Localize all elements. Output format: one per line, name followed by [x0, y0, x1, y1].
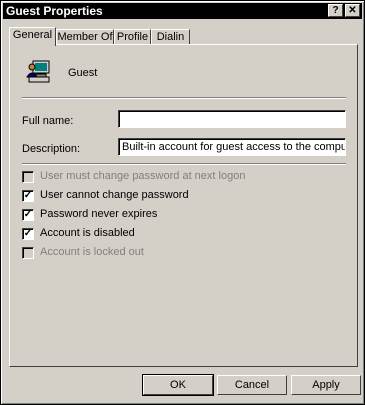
ok-button[interactable]: OK: [142, 374, 214, 396]
close-button[interactable]: ✕: [345, 4, 360, 17]
cancel-button[interactable]: Cancel: [217, 375, 287, 395]
separator-top: [22, 97, 346, 99]
account-disabled-checkbox[interactable]: ✓: [22, 228, 34, 240]
cannot-change-password-checkbox[interactable]: ✓: [22, 190, 34, 202]
separator-middle: [22, 163, 346, 165]
description-label: Description:: [22, 143, 81, 155]
tab-dialin[interactable]: Dialin: [151, 29, 190, 45]
account-disabled-label[interactable]: Account is disabled: [40, 227, 135, 239]
window-title: Guest Properties: [6, 4, 103, 18]
title-bar[interactable]: Guest Properties ? ✕: [3, 3, 362, 19]
account-locked-out-label: Account is locked out: [40, 246, 144, 258]
tab-general[interactable]: General: [9, 27, 56, 46]
help-button[interactable]: ?: [328, 4, 343, 17]
tab-member-of[interactable]: Member Of: [56, 29, 114, 45]
general-tab-panel: Guest Full name: Description: Built-in a…: [9, 44, 358, 367]
fullname-input[interactable]: [118, 110, 346, 128]
cannot-change-password-label[interactable]: User cannot change password: [40, 189, 189, 201]
account-locked-out-checkbox: [22, 247, 34, 259]
user-name: Guest: [68, 67, 98, 79]
fullname-label: Full name:: [22, 115, 74, 127]
must-change-password-label: User must change password at next logon: [40, 170, 246, 182]
tab-profile[interactable]: Profile: [114, 29, 151, 45]
must-change-password-checkbox: [22, 171, 34, 183]
properties-dialog: Guest Properties ? ✕ General Member Of P…: [0, 0, 365, 405]
password-never-expires-label[interactable]: Password never expires: [40, 208, 157, 220]
user-computer-icon: [26, 60, 50, 83]
password-never-expires-checkbox[interactable]: ✓: [22, 209, 34, 221]
apply-button[interactable]: Apply: [291, 375, 361, 395]
description-input[interactable]: Built-in account for guest access to the…: [118, 138, 346, 156]
